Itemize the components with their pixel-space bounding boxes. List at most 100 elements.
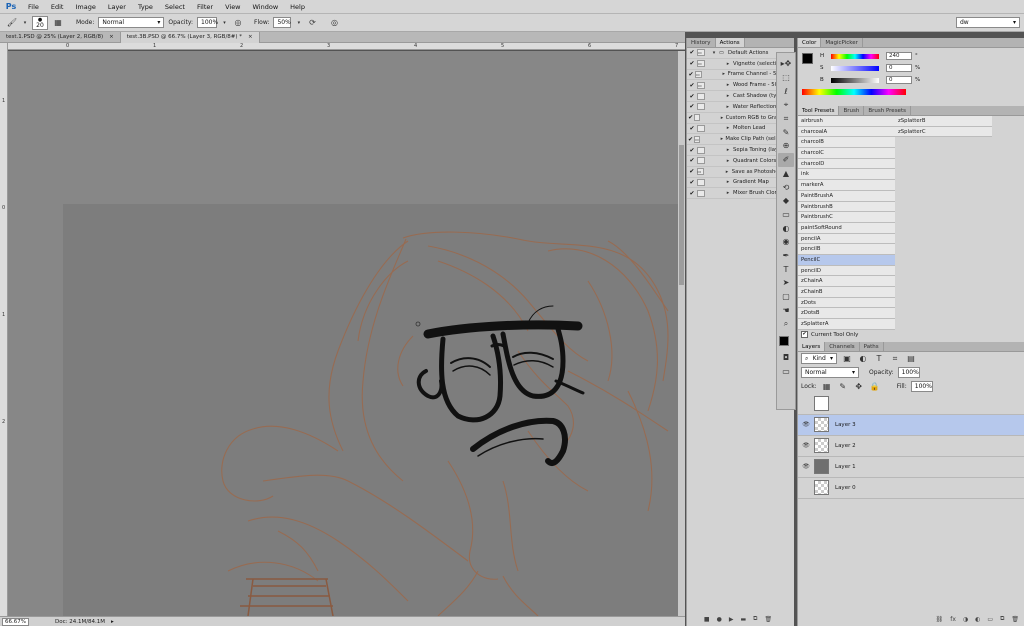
- dialog-toggle[interactable]: [697, 124, 705, 132]
- layer-name[interactable]: Layer 0: [835, 485, 856, 491]
- pressure-size-icon[interactable]: ◎: [328, 17, 340, 29]
- close-icon[interactable]: ×: [248, 32, 253, 43]
- menu-filter[interactable]: Filter: [191, 0, 219, 14]
- checkmark-icon[interactable]: ✔: [687, 179, 697, 186]
- layer-row[interactable]: Layer 0: [798, 478, 1024, 499]
- preset-item[interactable]: PencilC: [798, 254, 895, 266]
- flow-field[interactable]: 50%: [273, 17, 292, 28]
- lock-all-icon[interactable]: 🔒: [869, 381, 881, 393]
- preset-item[interactable]: markerA: [798, 180, 895, 191]
- expand-right-icon[interactable]: ▸: [723, 125, 733, 131]
- expand-right-icon[interactable]: ▸: [723, 61, 733, 67]
- dialog-toggle[interactable]: ▭: [697, 49, 705, 57]
- close-icon[interactable]: ×: [109, 32, 114, 43]
- preset-item[interactable]: pencilB: [798, 244, 895, 255]
- type-filter-icon[interactable]: T: [873, 353, 885, 365]
- expand-right-icon[interactable]: ▸: [723, 158, 733, 164]
- dialog-toggle[interactable]: [697, 157, 705, 165]
- preset-item[interactable]: pencilD: [798, 265, 895, 277]
- eye-icon[interactable]: 👁: [798, 463, 814, 470]
- fx-icon[interactable]: fx: [950, 616, 956, 623]
- lock-pixels-icon[interactable]: ✎: [837, 381, 849, 393]
- expand-right-icon[interactable]: ▸: [723, 93, 733, 99]
- zoom-field[interactable]: 66.67%: [2, 617, 29, 626]
- expand-right-icon[interactable]: ▸: [720, 71, 728, 77]
- brush-size-picker[interactable]: ● 20: [32, 15, 48, 30]
- chevron-down-icon[interactable]: ▾: [295, 17, 302, 29]
- checkmark-icon[interactable]: ✔: [687, 157, 697, 164]
- layer-row[interactable]: 👁 Layer 3: [798, 414, 1024, 436]
- pressure-opacity-icon[interactable]: ◎: [232, 17, 244, 29]
- preset-item[interactable]: zChainB: [798, 287, 895, 298]
- dialog-toggle[interactable]: [697, 146, 705, 154]
- lock-position-icon[interactable]: ✥: [853, 381, 865, 393]
- mode-select[interactable]: Normal ▾: [98, 17, 165, 28]
- tab-tool-presets[interactable]: Tool Presets: [798, 106, 840, 115]
- screen-mode-icon[interactable]: ▭: [778, 364, 794, 378]
- shape-tool-icon[interactable]: ▢: [778, 290, 794, 304]
- stop-icon[interactable]: ■: [704, 616, 710, 623]
- checkmark-icon[interactable]: ✔: [687, 114, 694, 121]
- expand-right-icon[interactable]: ▸: [723, 179, 733, 185]
- color-value-s[interactable]: 0: [886, 64, 912, 72]
- menu-type[interactable]: Type: [132, 0, 159, 14]
- fg-bg-color-swatches[interactable]: [778, 335, 794, 351]
- adjustment-filter-icon[interactable]: ◐: [857, 353, 869, 365]
- preset-item[interactable]: zChainA: [798, 276, 895, 287]
- scrollbar-thumb[interactable]: [679, 145, 684, 285]
- expand-right-icon[interactable]: ▸: [718, 136, 725, 142]
- expand-right-icon[interactable]: ▸: [723, 147, 733, 153]
- pen-tool-icon[interactable]: ✒: [778, 249, 794, 263]
- eye-icon[interactable]: 👁: [798, 442, 814, 449]
- expand-right-icon[interactable]: ▸: [723, 82, 733, 88]
- dialog-toggle[interactable]: ▭: [696, 168, 705, 176]
- chevron-down-icon[interactable]: ▾: [221, 17, 228, 29]
- adjustment-layer-icon[interactable]: ◐: [975, 616, 980, 623]
- expand-right-icon[interactable]: ▸: [722, 169, 732, 175]
- menu-image[interactable]: Image: [69, 0, 101, 14]
- tab-layers[interactable]: Layers: [798, 341, 826, 351]
- preset-item[interactable]: PaintbrushC: [798, 212, 895, 223]
- layer-name[interactable]: Layer 2: [835, 443, 856, 449]
- tab-history[interactable]: History: [687, 38, 716, 47]
- type-tool-icon[interactable]: T: [778, 262, 794, 276]
- checkmark-icon[interactable]: ✔: [687, 136, 694, 143]
- menu-window[interactable]: Window: [247, 0, 285, 14]
- layer-opacity-field[interactable]: 100%: [897, 367, 920, 379]
- eraser-icon[interactable]: ◆: [778, 194, 794, 208]
- shape-filter-icon[interactable]: ⌗: [889, 353, 901, 365]
- checkmark-icon[interactable]: ✔: [687, 168, 697, 175]
- menu-view[interactable]: View: [219, 0, 246, 14]
- preset-item[interactable]: zSplatterB: [895, 116, 992, 127]
- path-select-icon[interactable]: ➤: [778, 276, 794, 290]
- foreground-color-swatch[interactable]: [802, 53, 813, 64]
- layer-name[interactable]: Layer 1: [835, 464, 856, 470]
- tab-brush-presets[interactable]: Brush Presets: [864, 106, 911, 115]
- smart-object-filter-icon[interactable]: ▤: [905, 353, 917, 365]
- clone-stamp-icon[interactable]: ▲: [778, 167, 794, 181]
- lock-transparency-icon[interactable]: ▦: [821, 381, 833, 393]
- dialog-toggle[interactable]: [694, 114, 701, 122]
- history-brush-icon[interactable]: ⟲: [778, 180, 794, 194]
- checkmark-icon[interactable]: ✔: [687, 93, 697, 100]
- menu-select[interactable]: Select: [159, 0, 191, 14]
- healing-brush-icon[interactable]: ⊕: [778, 139, 794, 153]
- dialog-toggle[interactable]: ▭: [697, 81, 705, 89]
- new-layer-icon[interactable]: ⧉: [1000, 615, 1004, 623]
- tab-channels[interactable]: Channels: [825, 341, 860, 351]
- checkmark-icon[interactable]: ✔: [687, 82, 697, 89]
- delete-layer-icon[interactable]: 🗑: [1011, 616, 1019, 623]
- preset-item[interactable]: PaintBrushA: [798, 190, 895, 202]
- expand-right-icon[interactable]: ▸: [723, 190, 733, 196]
- link-layers-icon[interactable]: ⛓: [936, 616, 944, 623]
- checkmark-icon[interactable]: ✔: [687, 103, 697, 110]
- move-tool-icon[interactable]: ▸✥: [778, 57, 794, 71]
- menu-edit[interactable]: Edit: [45, 0, 70, 14]
- dialog-toggle[interactable]: [697, 92, 705, 100]
- eyedropper-icon[interactable]: ✎: [778, 125, 794, 139]
- color-slider-s[interactable]: [831, 65, 879, 71]
- new-set-icon[interactable]: ▬: [740, 616, 746, 623]
- preset-item[interactable]: PaintbrushB: [798, 201, 895, 213]
- color-value-h[interactable]: 240: [886, 52, 912, 60]
- record-icon[interactable]: ●: [717, 616, 722, 623]
